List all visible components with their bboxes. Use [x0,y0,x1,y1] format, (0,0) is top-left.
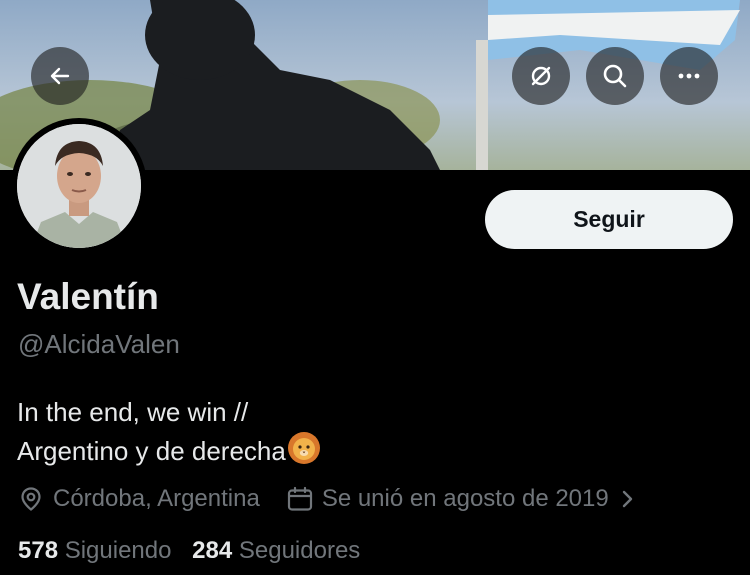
followers-count: 284 [192,537,233,564]
profile-bio: In the end, we win // Argentino y de der… [17,393,321,475]
grok-icon [531,66,551,86]
following-label: Siguiendo [64,537,172,564]
joined-item[interactable]: Se unió en agosto de 2019 [286,485,637,513]
followers-label: Seguidores [238,537,361,564]
avatar-image [17,124,141,248]
avatar[interactable] [11,118,147,254]
profile-handle: @AlcidaValen [18,329,180,359]
followers-link[interactable]: 284 Seguidores [192,537,360,564]
profile-name: Valentín [17,276,159,317]
search-button[interactable] [586,47,644,105]
profile-stats: 578 Siguiendo 284 Seguidores [18,537,360,565]
location-text: Córdoba, Argentina [53,485,260,512]
bio-line-2-text: Argentino y de derecha [17,435,286,466]
following-count: 578 [18,537,59,564]
bio-line-2: Argentino y de derecha [17,431,321,475]
search-icon [603,64,627,88]
joined-text: Se unió en agosto de 2019 [321,485,609,512]
more-button[interactable] [660,47,718,105]
more-horizontal-icon [678,73,700,79]
arrow-left-icon [50,67,70,85]
chevron-right-icon [622,490,632,508]
following-link[interactable]: 578 Siguiendo [18,537,178,564]
follow-button[interactable]: Seguir [485,190,733,249]
grok-button[interactable] [512,47,570,105]
location-item: Córdoba, Argentina [18,485,260,513]
lion-face-emoji-icon [287,431,321,475]
location-pin-icon [21,487,41,511]
back-button[interactable] [31,47,89,105]
profile-meta: Córdoba, Argentina Se unió en agosto de … [18,482,637,516]
bio-line-1: In the end, we win // [17,397,249,427]
calendar-icon [287,486,312,511]
